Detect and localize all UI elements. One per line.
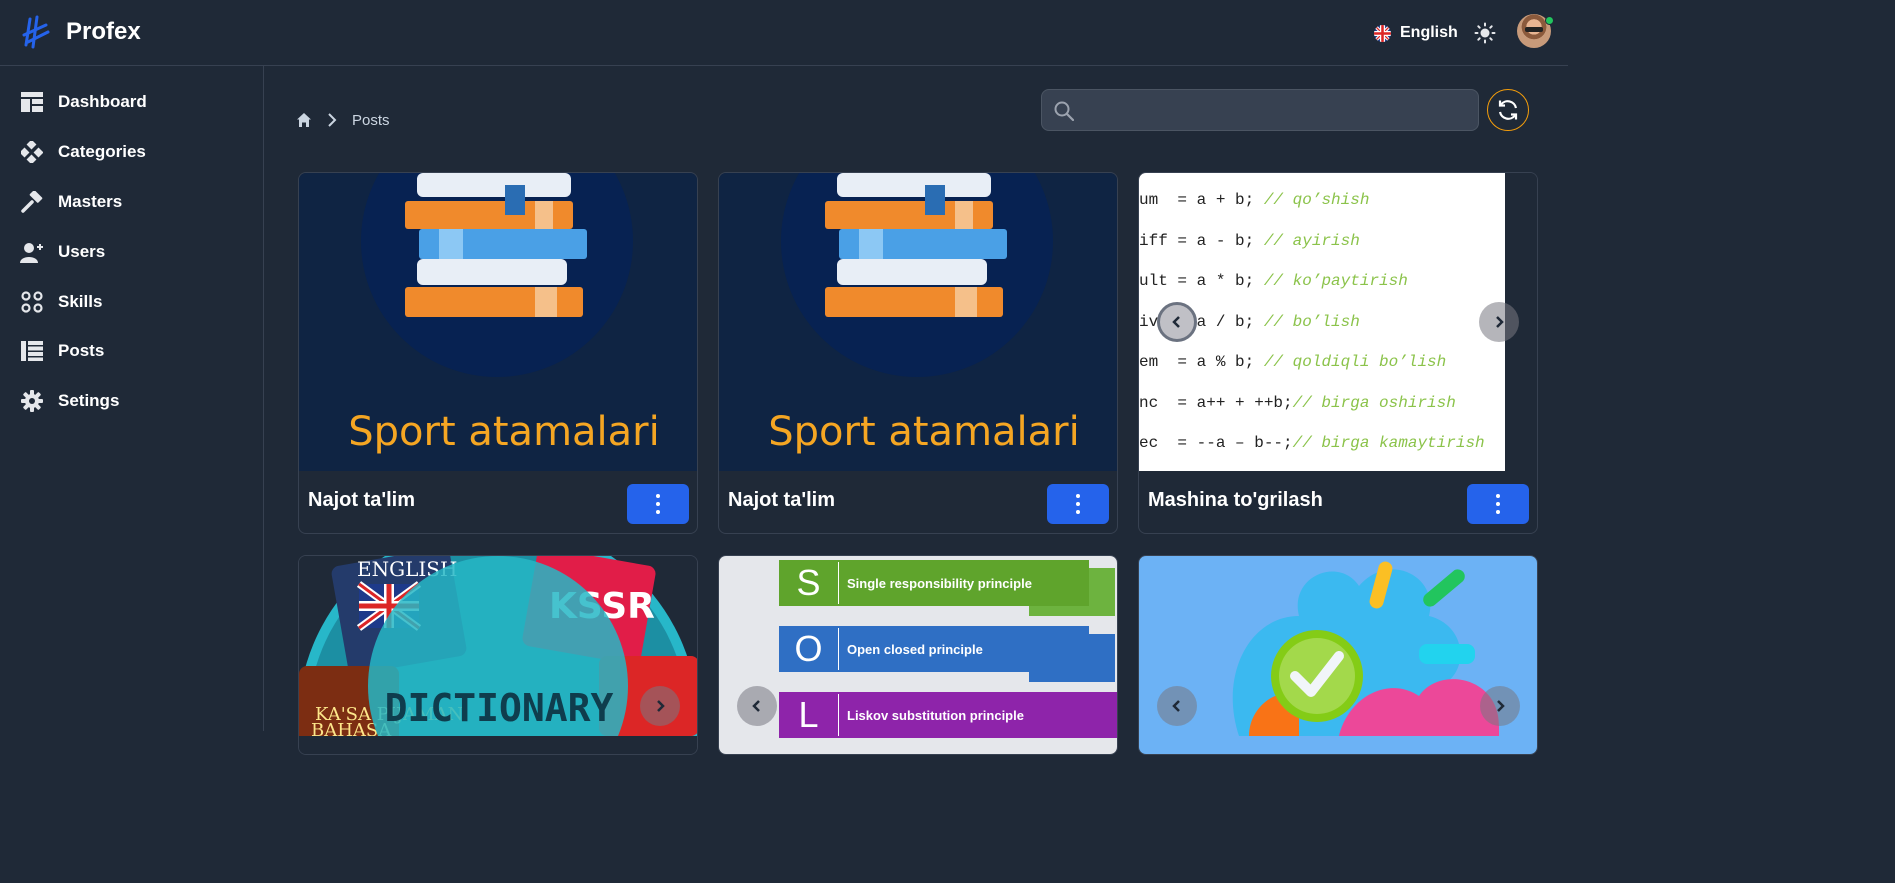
home-icon[interactable] [296,112,312,128]
code-line: nc = a++ + ++b;// birga oshirish [1139,394,1456,412]
code-line: em = a % b; // qoldiqli bo’lish [1139,353,1447,371]
sidebar-item-label: Posts [58,341,105,360]
search-input[interactable] [1086,90,1466,130]
post-card[interactable]: ENGLISH KSSR KA'SA PIJAMAN BAHASA DICTIO… [298,555,698,755]
sidebar-item-label: Users [58,242,106,261]
solid-principle-l: L Liskov substitution principle [779,692,1117,738]
online-status-dot [1545,16,1554,25]
menu-dot [1076,510,1080,514]
avatar-glasses [1525,27,1543,32]
gear-icon [20,389,44,413]
sidebar-item-posts[interactable]: Posts [20,336,104,366]
post-image-text: Sport atamalari [768,409,1079,455]
post-card[interactable]: Sport atamalari Najot ta'lim [718,172,1118,534]
brand-name[interactable]: Profex [66,18,141,46]
menu-dot [1496,510,1500,514]
sidebar-item-setings[interactable]: Setings [20,386,119,416]
post-menu-button[interactable] [1047,484,1109,524]
chevron-right-icon [328,113,337,127]
sidebar-item-label: Setings [58,391,120,410]
books-illustration: Sport atamalari [348,173,660,455]
sidebar-item-users[interactable]: Users [20,237,105,267]
profex-logo-icon[interactable] [22,15,52,49]
top-header: Profex English [0,0,1568,66]
solid-principle-s: S Single responsibility principle [779,560,1089,606]
sidebar-item-label: Skills [58,292,103,311]
menu-dot [1496,494,1500,498]
post-image: Sport atamalari [719,173,1117,471]
chevron-left-icon [1172,316,1180,328]
sidebar-item-categories[interactable]: Categories [20,137,146,167]
chevron-left-icon [752,700,760,712]
code-line: um = a + b; // qo’shish [1139,191,1370,209]
post-image: Sport atamalari [299,173,697,471]
sidebar-item-label: Categories [58,142,146,161]
code-line: iff = a - b; // ayirish [1139,232,1360,250]
sun-icon[interactable] [1474,22,1496,44]
menu-dot [656,510,660,514]
carousel-prev-button[interactable] [1157,686,1197,726]
menu-dot [1076,494,1080,498]
categories-icon [20,140,44,164]
chevron-right-icon [1496,316,1504,328]
chevron-left-icon [1172,700,1180,712]
carousel-next-button[interactable] [640,686,680,726]
list-icon [20,339,44,363]
code-line: ec = --a – b--;// birga kamaytirish [1139,434,1485,452]
carousel-prev-button[interactable] [737,686,777,726]
sidebar-item-skills[interactable]: Skills [20,287,102,317]
post-menu-button[interactable] [1467,484,1529,524]
sidebar-item-masters[interactable]: Masters [20,187,122,217]
post-title: Mashina to'grilash [1148,489,1323,511]
menu-dot [656,502,660,506]
menu-dot [656,494,660,498]
sidebar-item-dashboard[interactable]: Dashboard [20,87,147,117]
chevron-right-icon [1497,700,1505,712]
sidebar-item-label: Dashboard [58,92,147,111]
menu-dot [1076,502,1080,506]
carousel-next-button[interactable] [1479,302,1519,342]
sidebar: Dashboard Categories Masters Users Skill… [0,66,264,731]
language-label: English [1400,24,1458,41]
chevron-right-icon [657,700,665,712]
post-card[interactable] [1138,555,1538,755]
refresh-icon [1498,100,1518,120]
post-image-text: DICTIONARY [385,686,614,730]
puzzle-checkmark-illustration [1232,561,1499,736]
sidebar-item-label: Masters [58,192,123,211]
uk-flag-icon [1374,24,1391,42]
skills-icon [20,290,44,314]
books-illustration: Sport atamalari [768,173,1080,455]
post-card[interactable]: S Single responsibility principle O Open… [718,555,1118,755]
dictionary-illustration: ENGLISH KSSR KA'SA PIJAMAN BAHASA DICTIO… [299,556,697,754]
refresh-button[interactable] [1487,89,1529,131]
code-line: ult = a * b; // ko’paytirish [1139,272,1408,290]
menu-dot [1496,502,1500,506]
post-title: Najot ta'lim [308,489,415,511]
user-add-icon [20,240,44,264]
post-image: um = a + b; // qo’shish iff = a - b; // … [1139,173,1537,471]
dashboard-icon [20,90,44,114]
search-icon [1054,101,1074,121]
post-image: ENGLISH KSSR KA'SA PIJAMAN BAHASA DICTIO… [299,556,697,754]
carousel-prev-button[interactable] [1157,302,1197,342]
search-box[interactable] [1041,89,1479,131]
post-title: Najot ta'lim [728,489,835,511]
hammer-icon [20,190,44,214]
post-image-text: Sport atamalari [348,409,659,455]
post-image: S Single responsibility principle O Open… [719,556,1117,754]
post-card[interactable]: um = a + b; // qo’shish iff = a - b; // … [1138,172,1538,534]
post-card[interactable]: Sport atamalari Najot ta'lim [298,172,698,534]
language-selector[interactable]: English [1374,22,1458,44]
carousel-next-button[interactable] [1480,686,1520,726]
post-menu-button[interactable] [627,484,689,524]
breadcrumb-current: Posts [352,112,390,129]
solid-principle-o: O Open closed principle [779,626,1089,672]
post-image [1139,556,1537,754]
